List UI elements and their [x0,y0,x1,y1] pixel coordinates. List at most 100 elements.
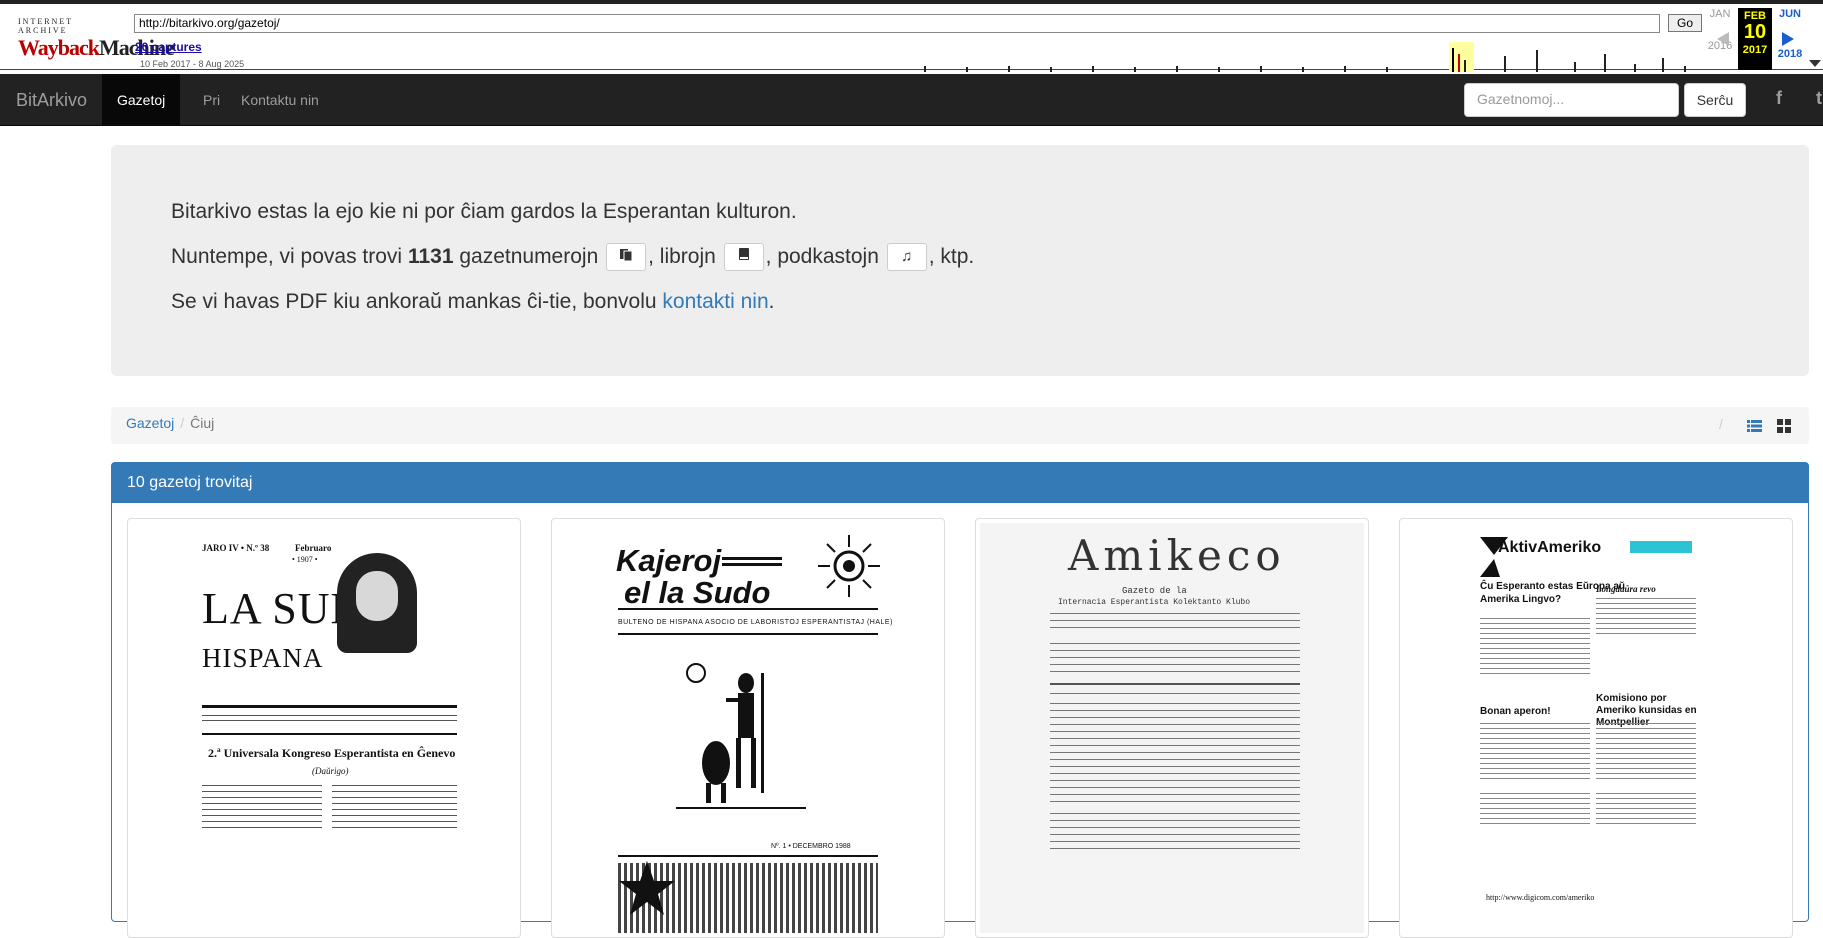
cover-url: http://www.digicom.com/ameriko [1486,893,1595,902]
rule [722,563,782,566]
text-line [202,715,457,716]
text-line [1596,808,1696,809]
nav-item-kontaktu[interactable]: Kontaktu nin [226,74,334,126]
capture-sparkline[interactable] [924,42,1706,72]
breadcrumb-home[interactable]: Gazetoj [126,415,174,431]
sparkline-tick [1386,67,1388,72]
text-line [1596,823,1696,824]
text-line [1480,773,1590,774]
rule [202,705,457,708]
text-line [1480,818,1590,819]
newspaper-thumbnail[interactable]: JARO IV • N.º 38 Februaro • 1907 • LA SU… [127,518,521,938]
text-line [1480,778,1590,779]
sparkline-tick [1536,50,1538,72]
text-line [1596,803,1696,804]
text-line [1050,745,1300,746]
text-line [1050,731,1300,732]
text-line [1050,820,1300,821]
logo-wayback-machine: WaybackMachine [18,36,175,60]
text-line [1596,798,1696,799]
portrait-face [356,571,398,621]
cover-title-1: Kajeroj [616,543,722,578]
text-line [332,785,457,786]
text-line [1480,808,1590,809]
twitter-icon[interactable]: t [1816,88,1822,109]
text-line [1480,653,1590,654]
newspapers-icon[interactable] [606,243,647,272]
grid-view-icon[interactable] [1777,419,1791,433]
sparkline-tick [1218,67,1220,72]
sparkline-tick [1344,66,1346,72]
text-line [1480,798,1590,799]
text-line [1050,657,1300,658]
search-input[interactable]: Gazetnomoj... [1464,83,1679,117]
current-year-label: 2017 [1742,44,1768,56]
site-navbar: BitArkivo Gazetoj Pri Kontaktu nin Gazet… [0,74,1823,126]
cover-headline-2: Longdaŭra revo [1596,584,1656,594]
book-icon[interactable] [723,243,764,272]
view-separator: / [1719,416,1723,432]
text-line [1480,618,1590,619]
cover-subtitle-2: Internacia Esperantista Kolektanto Klubo [1058,598,1251,607]
site-brand[interactable]: BitArkivo [16,74,87,126]
text-line [1050,710,1300,711]
cover-headline: 2.ª Universala Kongreso Esperantista en … [208,746,456,760]
sun-emblem-icon [818,535,880,597]
music-icon[interactable]: ♫ [886,243,927,272]
cover-subtitle-1: Gazeto de la [1122,586,1187,596]
captures-link[interactable]: 20 captures [135,40,202,54]
text-line [1480,633,1590,634]
text-line [1050,794,1300,795]
list-view-icon[interactable] [1747,420,1762,432]
rule [618,608,878,610]
text-line [1480,643,1590,644]
newspaper-thumbnail[interactable]: Amikeco Gazeto de la Internacia Esperant… [975,518,1369,938]
cover-subhead: (Daŭrigo) [312,766,349,776]
text-line [1596,628,1696,629]
cover-date: Nº. 1 • DECEMBRO 1988 [771,843,851,850]
sparkline-tick [1452,48,1454,72]
text-line [1596,603,1696,604]
newspaper-thumbnail[interactable]: Kajeroj el la Sudo BULTENO DE HISPANA AS… [551,518,945,938]
breadcrumb-separator: / [180,415,185,431]
text-line [1480,768,1590,769]
text-line [1596,723,1696,724]
text-line [1050,841,1300,842]
sparkline-tick [1176,66,1178,72]
header-badge [1630,541,1692,553]
sparkline-tick [1504,56,1506,72]
text-line [1480,658,1590,659]
current-capture-date: FEB 10 2017 [1738,8,1772,70]
text-line [332,809,457,810]
rule [618,855,878,857]
wayback-url-input[interactable]: http://bitarkivo.org/gazetoj/ [134,14,1660,33]
cover-header: JARO IV • N.º 38 [202,543,270,553]
wayback-logo[interactable]: INTERNET ARCHIVE WaybackMachine [18,17,175,60]
text-line [1480,673,1590,674]
text-line [1050,703,1300,704]
intro-line-1: Bitarkivo estas la ejo kie ni por ĉiam g… [171,200,797,223]
prev-capture-arrow-icon[interactable] [1717,32,1729,46]
logo-internet-archive: INTERNET ARCHIVE [18,17,73,35]
intro-text: Se vi havas PDF kiu ankoraŭ mankas ĉi-ti… [171,290,663,313]
facebook-icon[interactable]: f [1776,88,1782,109]
wayback-go-button[interactable]: Go [1668,14,1702,32]
text-line [1050,613,1300,614]
next-capture-month[interactable]: JUN 2018 [1773,8,1807,60]
text-line [1480,628,1590,629]
collapse-toolbar-icon[interactable] [1809,60,1821,67]
text-line [1480,793,1590,794]
intro-line-3: Se vi havas PDF kiu ankoraŭ mankas ĉi-ti… [171,279,1749,324]
newspaper-thumbnail[interactable]: AktivAmeriko Ĉu Esperanto estas Eŭropa a… [1399,518,1793,938]
current-day-label: 10 [1743,21,1767,43]
cover-subtitle: BULTENO DE HISPANA ASOCIO DE LABORISTOJ … [618,619,893,626]
sparkline-tick [924,66,926,72]
nav-item-gazetoj[interactable]: Gazetoj [102,74,181,126]
sparkline-tick [1464,60,1466,72]
text-line [1480,758,1590,759]
text-line [202,797,322,798]
search-button[interactable]: Serĉu [1684,83,1746,117]
contact-link[interactable]: kontakti nin [662,290,768,313]
text-line [332,797,457,798]
text-line [202,720,457,721]
